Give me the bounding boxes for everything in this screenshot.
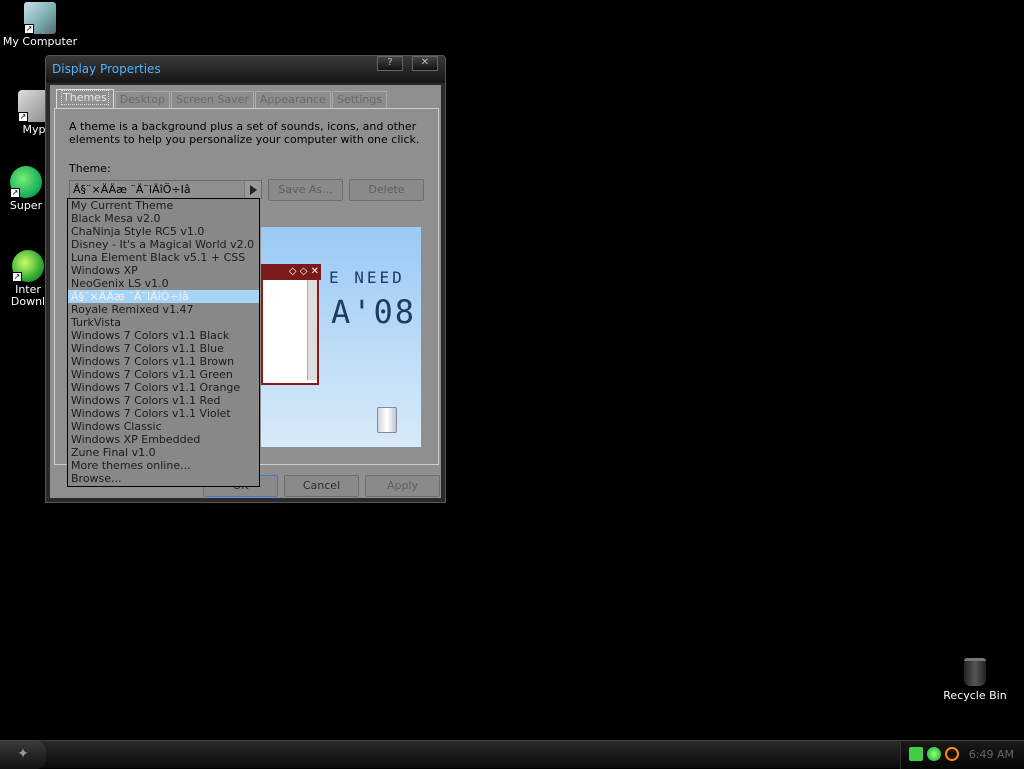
theme-label: Theme: (69, 162, 111, 175)
dropdown-item[interactable]: Luna Element Black v5.1 + CSS (68, 251, 259, 264)
globe-icon[interactable] (927, 747, 941, 761)
dropdown-item[interactable]: ChaNinja Style RC5 v1.0 (68, 225, 259, 238)
dropdown-item[interactable]: Browse... (68, 472, 259, 485)
theme-combobox-value: Ä§¨×ÄÄæ ¨Ä¨IÄîÖ÷Iâ (73, 183, 191, 196)
app-icon: ↗ (10, 166, 42, 198)
desktop-icon-label: Recycle Bin (943, 689, 1007, 702)
desktop-icon-recycle-bin[interactable]: Recycle Bin (935, 658, 1015, 702)
help-button[interactable]: ? (377, 56, 403, 71)
dropdown-item[interactable]: NeoGenix LS v1.0 (68, 277, 259, 290)
theme-preview: E NEED A'08 ◇ ◇ ✕ (261, 227, 421, 447)
dropdown-item[interactable]: Windows 7 Colors v1.1 Orange (68, 381, 259, 394)
title-bar[interactable]: Display Properties ? ✕ (46, 56, 445, 83)
search-icon[interactable] (945, 747, 959, 761)
save-as-button[interactable]: Save As... (268, 179, 343, 201)
apply-button[interactable]: Apply (365, 475, 440, 497)
preview-wallpaper-title: A'08 (331, 293, 417, 331)
close-button[interactable]: ✕ (412, 56, 438, 71)
dropdown-item[interactable]: Black Mesa v2.0 (68, 212, 259, 225)
preview-wallpaper-text: E NEED (329, 268, 405, 287)
themes-description: A theme is a background plus a set of so… (69, 120, 420, 146)
dropdown-item[interactable]: Disney - It's a Magical World v2.0 (68, 238, 259, 251)
taskbar-clock[interactable]: 6:49 AM (969, 748, 1014, 761)
dropdown-item-selected[interactable]: Ä§¨×ÄÄæ ¨Ä¨IÄîÖ÷Iâ (68, 290, 259, 303)
window-title: Display Properties (52, 62, 161, 76)
cancel-button[interactable]: Cancel (284, 475, 359, 497)
theme-combobox[interactable]: Ä§¨×ÄÄæ ¨Ä¨IÄîÖ÷Iâ (69, 180, 262, 199)
desktop-icon-my-computer[interactable]: ↗ My Computer (0, 2, 80, 48)
preview-recycle-bin-icon (377, 407, 397, 433)
dropdown-item[interactable]: My Current Theme (68, 199, 259, 212)
dropdown-item[interactable]: Windows 7 Colors v1.1 Green (68, 368, 259, 381)
tab-appearance[interactable]: Appearance (254, 91, 331, 109)
dropdown-item[interactable]: Windows XP (68, 264, 259, 277)
dropdown-item[interactable]: Windows 7 Colors v1.1 Violet (68, 407, 259, 420)
dropdown-item[interactable]: Windows 7 Colors v1.1 Blue (68, 342, 259, 355)
tab-settings[interactable]: Settings (331, 91, 388, 109)
dropdown-item[interactable]: More themes online... (68, 459, 259, 472)
tab-themes[interactable]: Themes (56, 89, 114, 109)
dropdown-item[interactable]: Windows 7 Colors v1.1 Black (68, 329, 259, 342)
start-orb-icon: ✦ (17, 746, 29, 762)
theme-dropdown-list[interactable]: My Current Theme Black Mesa v2.0 ChaNinj… (67, 198, 260, 487)
tab-screen-saver[interactable]: Screen Saver (171, 91, 254, 109)
computer-icon: ↗ (24, 2, 56, 34)
desktop-icon-label: My Computer (2, 35, 78, 48)
dropdown-item[interactable]: Windows 7 Colors v1.1 Brown (68, 355, 259, 368)
tab-strip: Themes Desktop Screen Saver Appearance S… (56, 89, 388, 109)
start-button[interactable]: ✦ (0, 741, 46, 769)
download-manager-icon: ↗ (12, 250, 44, 282)
dropdown-item[interactable]: Windows XP Embedded (68, 433, 259, 446)
recycle-bin-icon (964, 658, 986, 686)
preview-window-titlebar: ◇ ◇ ✕ (261, 264, 321, 280)
dropdown-item[interactable]: Windows Classic (68, 420, 259, 433)
dropdown-arrow-icon[interactable] (244, 181, 261, 198)
dropdown-item[interactable]: TurkVista (68, 316, 259, 329)
dropdown-item[interactable]: Windows 7 Colors v1.1 Red (68, 394, 259, 407)
taskbar: ✦ 6:49 AM (0, 740, 1024, 769)
system-tray: 6:49 AM (900, 741, 1024, 769)
dropdown-item[interactable]: Royale Remixed v1.47 (68, 303, 259, 316)
dropdown-item[interactable]: Zune Final v1.0 (68, 446, 259, 459)
network-icon[interactable] (909, 747, 923, 761)
delete-button[interactable]: Delete (349, 179, 424, 201)
preview-scrollbar (307, 280, 317, 380)
tab-desktop[interactable]: Desktop (114, 91, 171, 109)
